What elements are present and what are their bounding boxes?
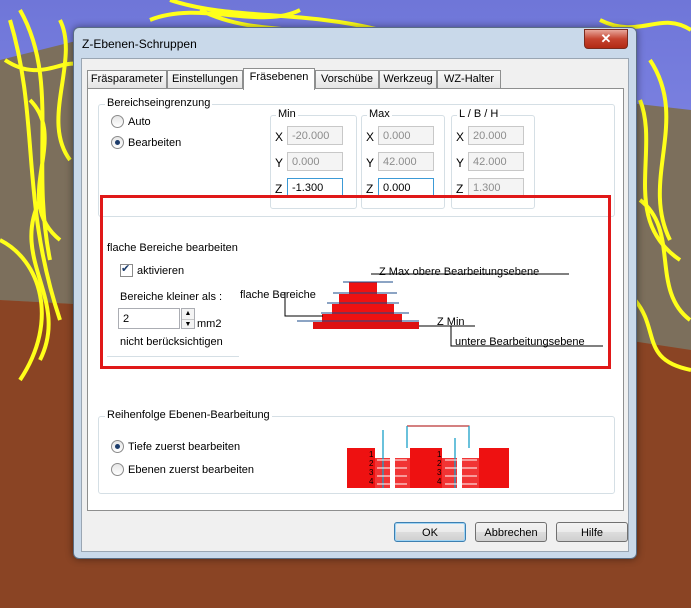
tab-fraesparameter[interactable]: Fräsparameter <box>87 70 167 88</box>
tab-werkzeug[interactable]: Werkzeug <box>379 70 437 88</box>
min-z-axis: Z <box>275 182 283 196</box>
layer-base <box>313 322 419 329</box>
reihenfolge-group: Reihenfolge Ebenen-Bearbeitung Tiefe zue… <box>98 409 615 494</box>
reihenfolge-label: Reihenfolge Ebenen-Bearbeitung <box>105 409 272 421</box>
layer-top <box>349 282 377 294</box>
radio-tiefe-zuerst[interactable]: Tiefe zuerst bearbeiten <box>111 439 240 454</box>
radio-ebenen-indicator[interactable] <box>111 462 124 476</box>
max-y-field[interactable]: 42.000 <box>378 152 434 171</box>
section-divider <box>107 356 239 357</box>
level-2-label: 2 <box>369 459 374 468</box>
untere-label: untere Bearbeitungsebene <box>455 336 585 348</box>
unit-label: mm2 <box>197 318 222 330</box>
aktivieren-check-indicator[interactable] <box>120 262 133 277</box>
lbh-label: L / B / H <box>457 108 501 120</box>
radio-bearbeiten-indicator[interactable] <box>111 135 124 149</box>
ok-button[interactable]: OK <box>394 522 466 542</box>
hilfe-button[interactable]: Hilfe <box>556 522 628 542</box>
diagram-block-right <box>479 448 509 488</box>
spin-down-icon[interactable]: ▼ <box>182 320 194 329</box>
nicht-beruecksichtigen-label: nicht berücksichtigen <box>120 336 223 348</box>
tab-einstellungen[interactable]: Einstellungen <box>167 70 243 88</box>
kleiner-als-label: Bereiche kleiner als : <box>120 291 223 303</box>
ebenen-order-diagram: 1 2 3 4 1 2 3 4 <box>347 425 509 488</box>
zmin-label: Z Min <box>437 316 465 328</box>
lbh-x-field[interactable]: 20.000 <box>468 126 524 145</box>
lbh-z-axis: Z <box>456 182 464 196</box>
min-y-field[interactable]: 0.000 <box>287 152 343 171</box>
radio-ebenen-zuerst[interactable]: Ebenen zuerst bearbeiten <box>111 462 254 477</box>
aktivieren-checkbox[interactable]: aktivieren <box>120 262 184 278</box>
radio-bearbeiten[interactable]: Bearbeiten <box>111 135 181 150</box>
level-3b-label: 3 <box>437 468 442 477</box>
level-1-label: 1 <box>369 450 374 459</box>
lbh-x-axis: X <box>456 130 465 144</box>
min-x-axis: X <box>275 130 284 144</box>
level-3-label: 3 <box>369 468 374 477</box>
bereichseingrenzung-label: Bereichseingrenzung <box>105 97 213 109</box>
close-icon: ✕ <box>600 31 612 46</box>
radio-tiefe-indicator[interactable] <box>111 439 124 453</box>
dialog-title: Z-Ebenen-Schruppen <box>82 37 197 51</box>
zmax-label: Z Max obere Bearbeitungsebene <box>379 266 540 278</box>
min-x-field[interactable]: -20.000 <box>287 126 343 145</box>
tab-wz-halter[interactable]: WZ-Halter <box>437 70 501 88</box>
level-1b-label: 1 <box>437 450 442 459</box>
min-y-axis: Y <box>275 156 284 170</box>
radio-auto-indicator[interactable] <box>111 114 124 128</box>
lbh-y-field[interactable]: 42.000 <box>468 152 524 171</box>
max-z-axis: Z <box>366 182 374 196</box>
lbh-y-axis: Y <box>456 156 465 170</box>
kleiner-spinner[interactable]: ▲ ▼ <box>181 308 195 329</box>
flache-bereiche-diagram-label: flache Bereiche <box>240 289 316 301</box>
max-label: Max <box>367 108 392 120</box>
close-button[interactable]: ✕ <box>584 29 628 49</box>
flache-bereiche-section: flache Bereiche bearbeiten aktivieren Be… <box>103 198 608 366</box>
level-4b-label: 4 <box>437 477 442 486</box>
level-2b-label: 2 <box>437 459 442 468</box>
max-y-axis: Y <box>366 156 375 170</box>
min-label: Min <box>276 108 298 120</box>
bereiche-kleiner-input[interactable]: 2 <box>118 308 180 329</box>
titlebar[interactable]: Z-Ebenen-Schruppen ✕ <box>74 28 636 58</box>
abbrechen-button[interactable]: Abbrechen <box>475 522 547 542</box>
tab-fraesebenen[interactable]: Fräsebenen <box>243 68 315 90</box>
radio-auto[interactable]: Auto <box>111 114 151 129</box>
flache-bereiche-label: flache Bereiche bearbeiten <box>107 242 238 254</box>
tab-vorschuebe[interactable]: Vorschübe <box>315 70 379 88</box>
max-x-axis: X <box>366 130 375 144</box>
level-4-label: 4 <box>369 477 374 486</box>
max-x-field[interactable]: 0.000 <box>378 126 434 145</box>
spin-up-icon[interactable]: ▲ <box>182 309 194 320</box>
